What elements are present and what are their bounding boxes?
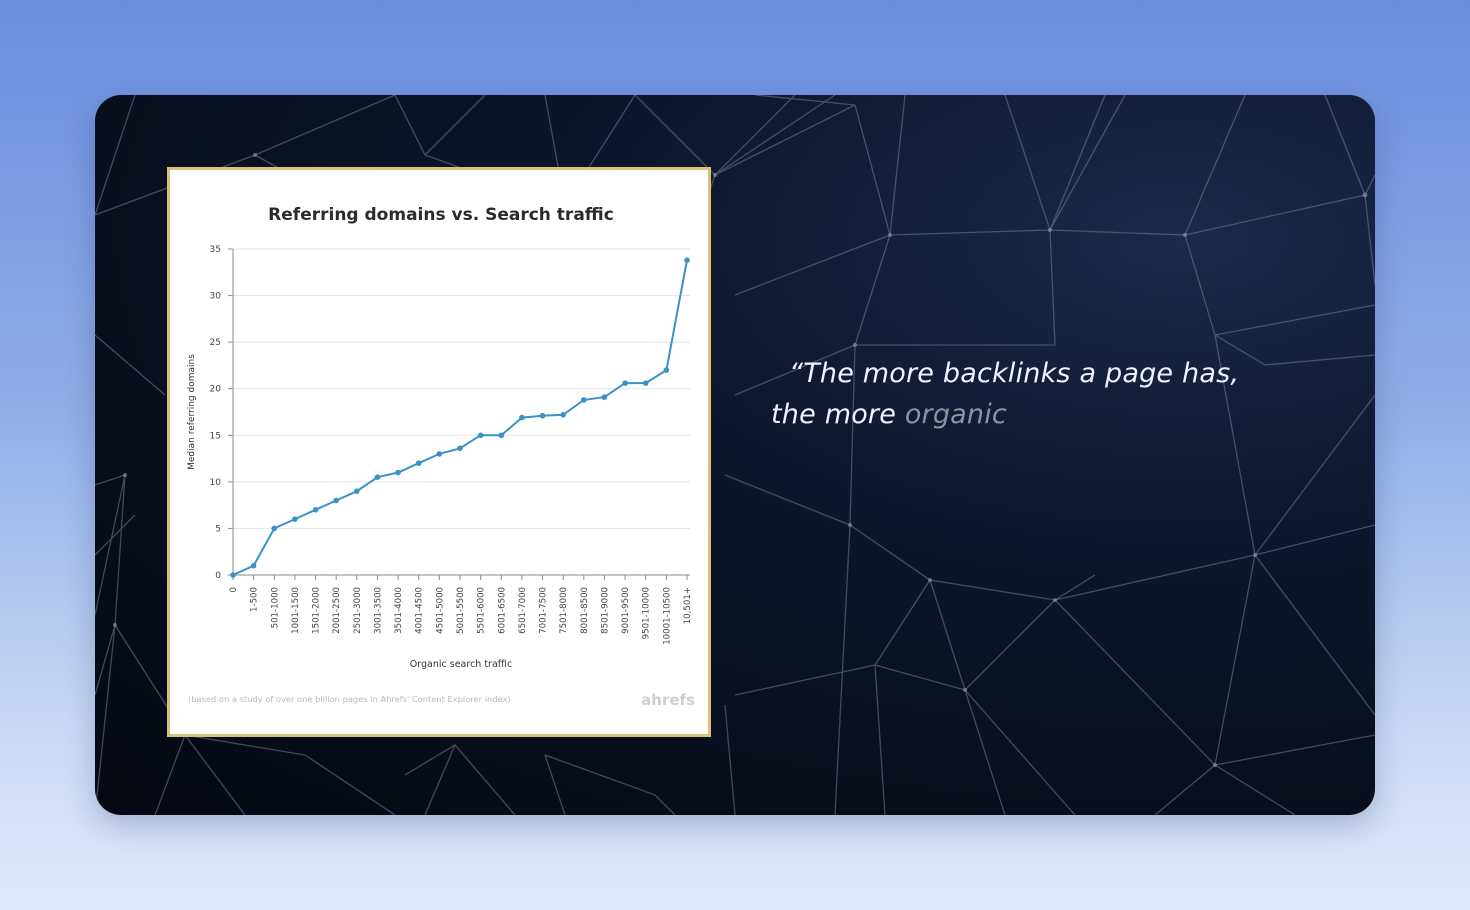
- data-points: [230, 257, 690, 578]
- data-point: [292, 516, 298, 522]
- x-tick-label: 501-1000: [270, 587, 280, 628]
- chart-card: Referring domains vs. Search traffic 0 5 1…: [167, 167, 711, 737]
- data-point: [436, 451, 443, 457]
- x-axis-label: Organic search traffic: [410, 659, 512, 670]
- y-tick-label: 5: [215, 524, 221, 534]
- chart-source-note: (based on a study of over one billion pa…: [188, 694, 511, 704]
- x-tick-label: 8501-9000: [600, 587, 610, 634]
- y-tick-label: 30: [210, 292, 222, 302]
- x-tick-label: 1501-2000: [312, 587, 322, 634]
- quote-line-2-faded: organic: [904, 399, 1007, 430]
- x-tick-label: 4001-4500: [415, 587, 425, 634]
- x-tick-label: 2001-2500: [332, 587, 342, 634]
- data-point: [250, 562, 257, 569]
- data-point: [622, 380, 628, 386]
- data-point: [663, 367, 670, 373]
- y-axis-label: Median referring domains: [187, 354, 197, 470]
- x-tick-label: 8001-8500: [580, 587, 590, 634]
- x-tick-label: 7501-8000: [559, 587, 569, 634]
- x-tick-label: 1-500: [250, 587, 260, 612]
- x-tick-label: 7001-7500: [539, 587, 549, 634]
- x-tick-label: 10,501+: [683, 587, 693, 624]
- x-tick-label: 10001-10500: [662, 587, 672, 645]
- series-line: [232, 260, 688, 576]
- y-axis-ticks: 0 5 10 15 20 25 30 35: [210, 245, 233, 581]
- data-point: [519, 414, 525, 421]
- quote-line-2: the more organic: [771, 399, 1007, 430]
- data-point: [581, 397, 587, 403]
- x-tick-label: 0: [229, 587, 239, 592]
- y-tick-label: 10: [210, 478, 222, 488]
- y-tick-label: 20: [210, 385, 222, 395]
- y-tick-label: 25: [210, 338, 221, 348]
- ahrefs-logo: ahrefs: [641, 691, 695, 709]
- quote-line-1: “The more backlinks a page has,: [789, 358, 1240, 389]
- data-point: [539, 412, 546, 419]
- data-point: [601, 394, 608, 400]
- data-point: [415, 460, 422, 467]
- x-tick-label: 5501-6000: [477, 587, 487, 634]
- x-tick-label: 4501-5000: [435, 587, 445, 634]
- x-tick-label: 9501-10000: [642, 587, 652, 639]
- data-point: [230, 572, 236, 578]
- x-tick-label: 1001-1500: [291, 587, 301, 634]
- quote-text: “The more backlinks a page has, the more…: [771, 353, 1331, 435]
- slide: Referring domains vs. Search traffic 0 5 1…: [95, 95, 1375, 815]
- data-point: [477, 432, 484, 439]
- y-tick-label: 15: [210, 431, 221, 441]
- quote-line-2-start: the more: [771, 399, 905, 430]
- data-point: [374, 474, 381, 481]
- x-tick-label: 5001-5500: [456, 587, 466, 634]
- data-point: [457, 445, 463, 452]
- x-tick-label: 6501-7000: [518, 587, 528, 634]
- x-tick-label: 3501-4000: [394, 587, 404, 634]
- data-point: [684, 257, 690, 263]
- x-tick-label: 6001-6500: [497, 587, 507, 634]
- grid-lines: [233, 248, 690, 529]
- data-point: [498, 432, 505, 439]
- data-point: [395, 469, 401, 476]
- data-point: [642, 380, 649, 386]
- data-point: [560, 411, 566, 418]
- data-point: [354, 488, 360, 494]
- data-point: [333, 497, 339, 504]
- y-tick-label: 35: [210, 245, 221, 255]
- chart-title: Referring domains vs. Search traffic: [268, 205, 614, 225]
- x-tick-label: 3001-3500: [373, 587, 383, 634]
- data-point: [271, 525, 278, 532]
- data-point: [312, 507, 319, 513]
- line-chart: Referring domains vs. Search traffic 0 5 1…: [187, 205, 695, 709]
- y-tick-label: 0: [215, 571, 221, 581]
- x-tick-label: 2501-3000: [353, 587, 363, 634]
- x-axis-ticks: 0 1-500 501-1000 1001-1500 1501-2000 2001-250…: [229, 575, 693, 645]
- x-tick-label: 9001-9500: [621, 587, 631, 634]
